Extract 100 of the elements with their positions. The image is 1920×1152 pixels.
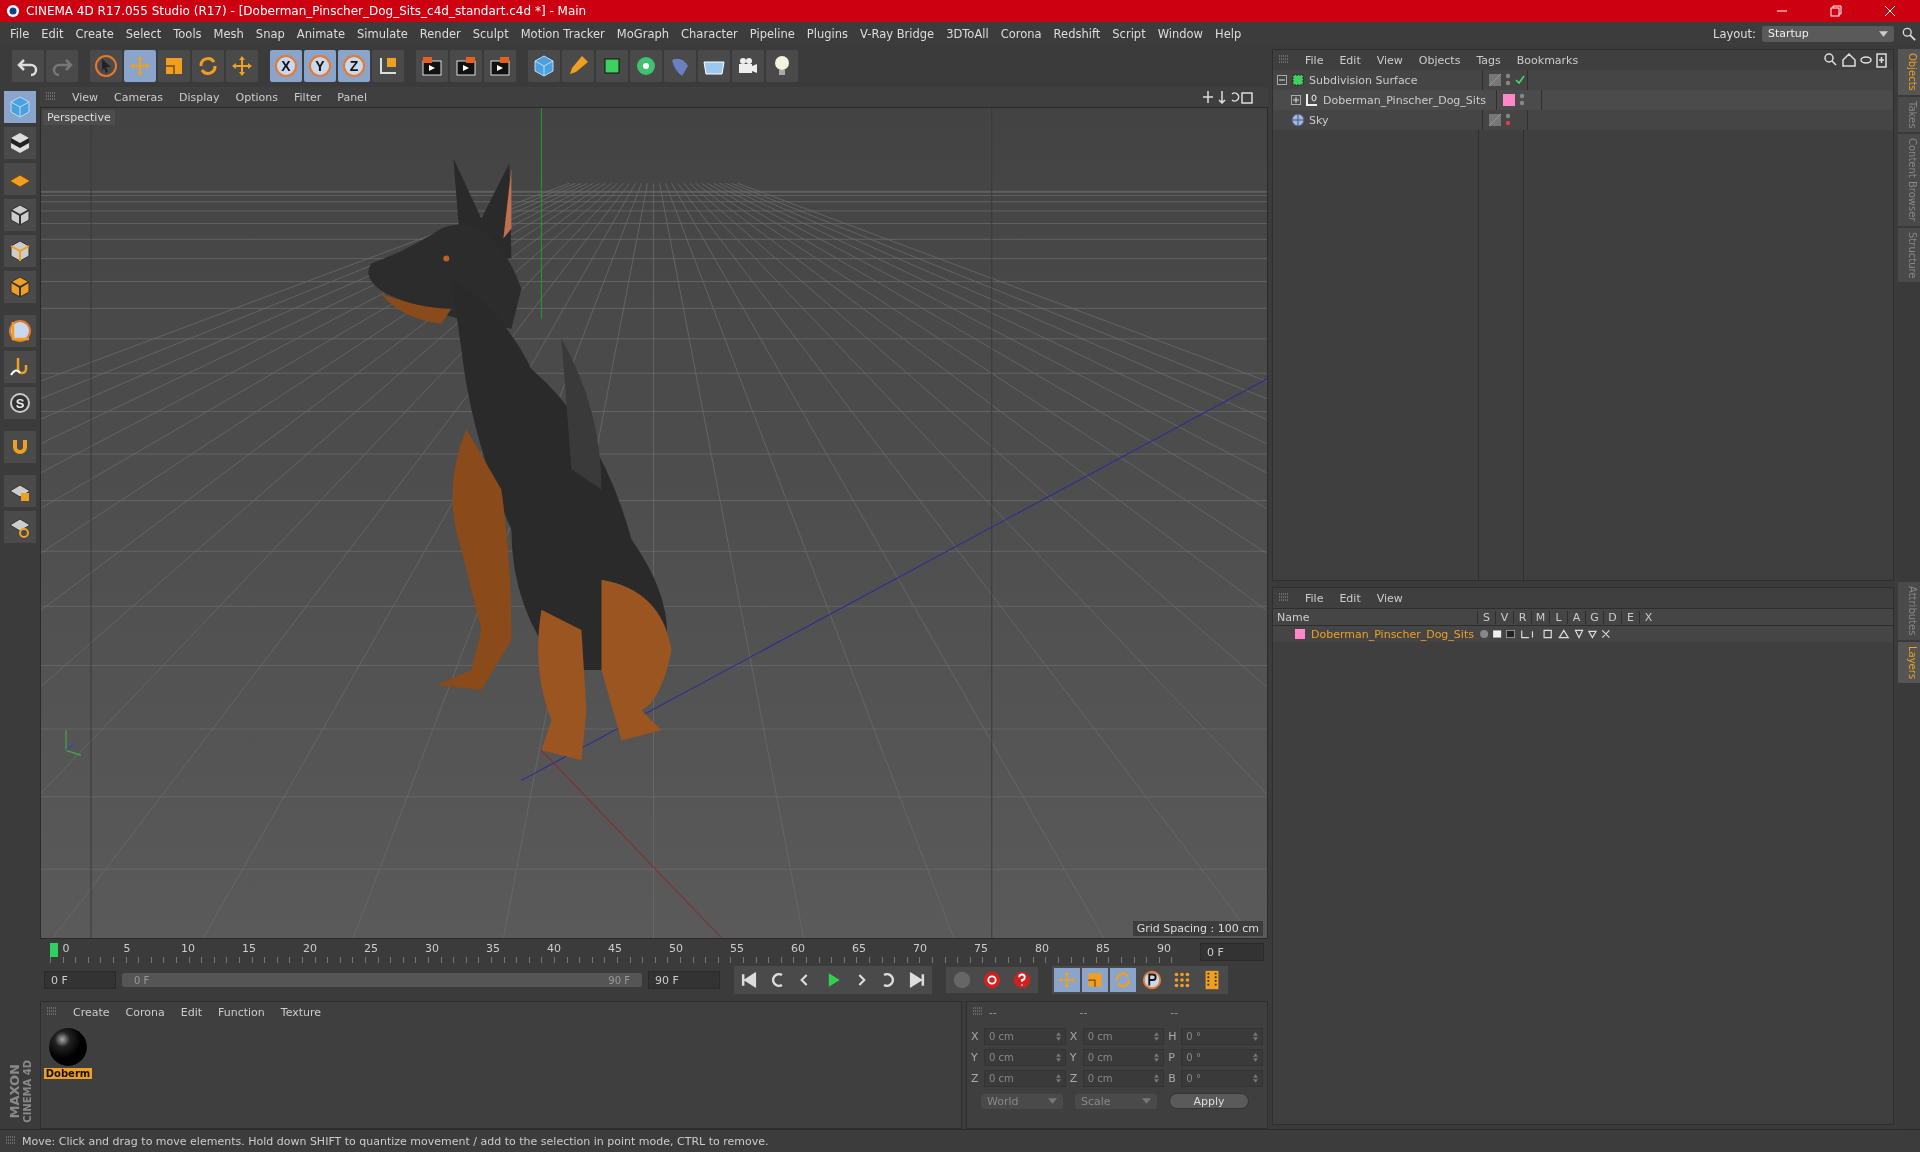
menu-item[interactable]: Panel	[331, 90, 373, 104]
apply-button[interactable]: Apply	[1169, 1093, 1249, 1109]
menu-item[interactable]: Display	[173, 90, 226, 104]
parameter-key-icon[interactable]	[1141, 969, 1163, 991]
select-icon[interactable]	[94, 54, 118, 78]
restore-icon[interactable]	[1830, 5, 1842, 17]
object-name[interactable]: Sky	[1309, 113, 1329, 127]
edges-icon[interactable]	[8, 239, 32, 263]
menu-item[interactable]: Snap	[249, 26, 291, 41]
points-icon[interactable]	[8, 203, 32, 227]
spinner-arrows-icon[interactable]	[1253, 1053, 1258, 1062]
menu-item[interactable]: Edit	[35, 26, 70, 41]
menu-item[interactable]: Create	[67, 1005, 116, 1019]
record-icon[interactable]	[981, 969, 1003, 991]
render-picture-icon[interactable]	[454, 54, 478, 78]
menu-item[interactable]: Tools	[167, 26, 208, 41]
expand-icon[interactable]	[1291, 95, 1301, 105]
spinner-arrows-icon[interactable]	[1055, 1053, 1061, 1062]
menu-item[interactable]: Create	[69, 26, 120, 41]
menu-item[interactable]: Cameras	[108, 90, 169, 104]
menu-item[interactable]: V-Ray Bridge	[854, 26, 941, 41]
menu-item[interactable]: File	[1299, 591, 1330, 605]
current-frame-field[interactable]: 0 F	[1200, 943, 1264, 961]
menu-item[interactable]: Sculpt	[466, 26, 515, 41]
help-icon[interactable]	[1011, 969, 1033, 991]
polygons-icon[interactable]	[8, 275, 32, 299]
menu-item[interactable]: Render	[413, 26, 467, 41]
spinner-arrows-icon[interactable]	[1154, 1053, 1160, 1062]
first-icon[interactable]	[739, 970, 759, 990]
menu-item[interactable]: Edit	[174, 1005, 208, 1019]
spinner-arrows-icon[interactable]	[1055, 1032, 1061, 1041]
panel-grip-icon[interactable]	[1279, 593, 1289, 603]
menu-item[interactable]: Options	[229, 90, 284, 104]
material-swatch[interactable]: Doberm	[45, 1026, 91, 1079]
menu-item[interactable]: Corona	[994, 26, 1048, 41]
viewport[interactable]: Perspective Grid Spacing : 100 cm	[40, 107, 1268, 939]
visibility-dots-icon[interactable]	[1505, 113, 1511, 127]
spinner-arrows-icon[interactable]	[1154, 1032, 1160, 1041]
spinner-arrows-icon[interactable]	[1154, 1074, 1160, 1083]
panel-grip-icon[interactable]	[1279, 55, 1289, 65]
menu-item[interactable]: Edit	[1333, 591, 1367, 605]
spinner-arrows-icon[interactable]	[1055, 1074, 1061, 1083]
caret-icon[interactable]	[1879, 30, 1888, 37]
cube-icon[interactable]	[532, 54, 556, 78]
menu-item[interactable]: View	[1370, 591, 1409, 605]
menu-item[interactable]: Filter	[288, 90, 328, 104]
object-name[interactable]: Doberman_Pinscher_Dog_Sits	[1323, 93, 1486, 107]
side-tab[interactable]: Objects	[1898, 49, 1920, 95]
search-icon[interactable]	[1902, 26, 1916, 41]
manager-tools-icon[interactable]	[1823, 52, 1887, 68]
menu-item[interactable]: Bookmarks	[1510, 53, 1585, 67]
menu-item[interactable]: Mesh	[207, 26, 250, 41]
menu-item[interactable]: View	[66, 90, 105, 104]
menu-item[interactable]: View	[1370, 53, 1409, 67]
menu-item[interactable]: Tags	[1470, 53, 1507, 67]
menu-item[interactable]: Pipeline	[743, 26, 801, 41]
menu-item[interactable]: Corona	[119, 1005, 171, 1019]
panel-grip-icon[interactable]	[973, 1007, 983, 1017]
snap-icon[interactable]: S	[8, 391, 32, 415]
menu-item[interactable]: Function	[212, 1005, 271, 1019]
menu-item[interactable]: File	[4, 26, 36, 41]
visibility-dots-icon[interactable]	[1519, 93, 1525, 107]
check-icon[interactable]	[1515, 75, 1525, 85]
object-name[interactable]: Subdivision Surface	[1309, 73, 1418, 87]
last-icon[interactable]	[907, 970, 927, 990]
menu-item[interactable]: Edit	[1333, 53, 1367, 67]
layout-dropdown[interactable]: Startup	[1762, 25, 1894, 42]
axis-icon[interactable]	[8, 319, 32, 343]
menu-item[interactable]: Texture	[274, 1005, 328, 1019]
spinner-arrows-icon[interactable]	[1253, 1032, 1258, 1041]
start-frame-field[interactable]: 0 F	[44, 971, 116, 989]
collapse-icon[interactable]	[1277, 75, 1287, 85]
menu-item[interactable]: Redshift	[1047, 26, 1107, 41]
side-tab[interactable]: Layers	[1898, 641, 1920, 683]
axis-lock-icon[interactable]: Z	[342, 54, 366, 78]
menu-item[interactable]: Help	[1209, 26, 1248, 41]
playhead-marker[interactable]	[50, 943, 58, 957]
visibility-dots-icon[interactable]	[1505, 73, 1511, 87]
menu-item[interactable]: Objects	[1412, 53, 1467, 67]
checker-icon[interactable]	[8, 131, 32, 155]
menu-item[interactable]: Character	[675, 26, 744, 41]
close-icon[interactable]	[1884, 5, 1896, 17]
menu-item[interactable]: Plugins	[800, 26, 855, 41]
menu-item[interactable]: Simulate	[351, 26, 414, 41]
render-view-icon[interactable]	[420, 54, 444, 78]
menu-item[interactable]: Select	[119, 26, 168, 41]
menu-item[interactable]: File	[1299, 53, 1330, 67]
transform-icon[interactable]	[230, 54, 254, 78]
spinner-arrows-icon[interactable]	[1253, 1074, 1258, 1083]
axis-lock-icon[interactable]: Y	[308, 54, 332, 78]
panel-grip-icon[interactable]	[47, 1007, 57, 1017]
panel-grip-icon[interactable]	[6, 1136, 16, 1146]
render-settings-icon[interactable]	[488, 54, 512, 78]
panel-grip-icon[interactable]	[46, 92, 56, 102]
menu-item[interactable]: Animate	[290, 26, 351, 41]
menu-item[interactable]: MoGraph	[610, 26, 676, 41]
axis-lock-icon[interactable]: X	[274, 54, 298, 78]
menu-item[interactable]: Script	[1106, 26, 1152, 41]
end-frame-field[interactable]: 90 F	[648, 971, 720, 989]
menu-item[interactable]: 3DToAll	[940, 26, 995, 41]
